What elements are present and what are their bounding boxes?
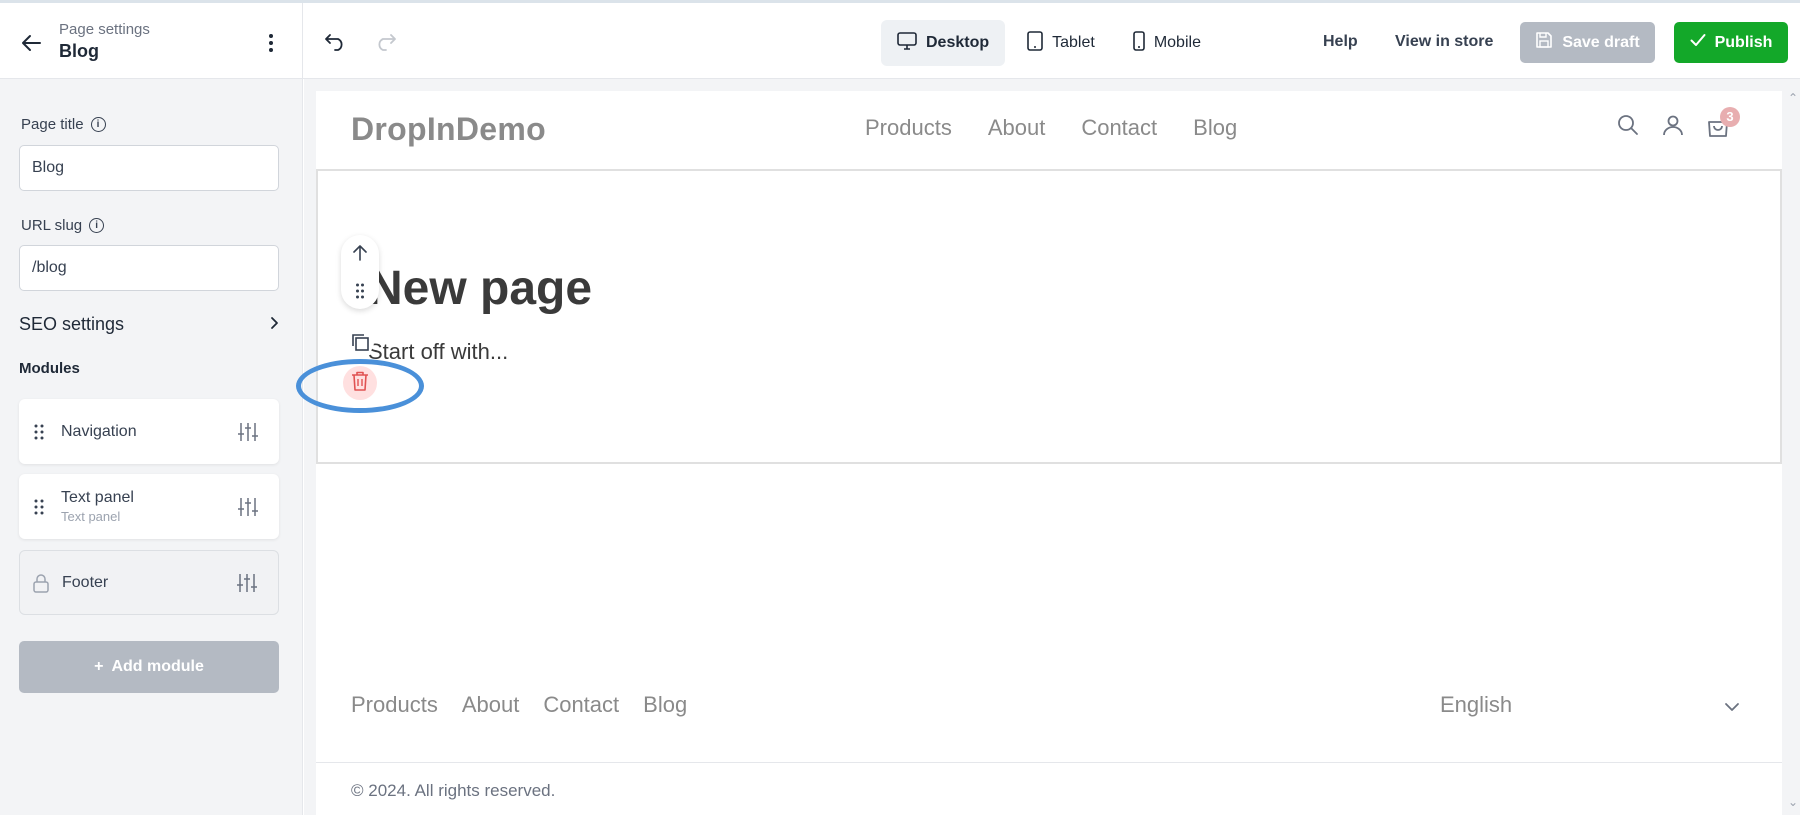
module-navigation[interactable]: Navigation [19,399,279,464]
footer-link-about[interactable]: About [462,692,520,718]
module-name: Text panel [61,489,134,506]
publish-label: Publish [1714,33,1773,51]
footer-link-products[interactable]: Products [351,692,438,718]
module-text: Navigation [61,423,137,441]
nav-link-contact[interactable]: Contact [1081,115,1157,141]
help-link[interactable]: Help [1323,33,1358,51]
view-in-store-link[interactable]: View in store [1395,33,1493,51]
chevron-right-icon [269,314,279,335]
search-icon[interactable] [1616,113,1640,142]
settings-sidebar: Page title i URL slug i SEO settings Mod… [0,79,303,815]
publish-button[interactable]: Publish [1674,22,1788,63]
back-arrow-icon[interactable] [18,30,44,56]
copyright-text: © 2024. All rights reserved. [351,781,556,800]
tab-mobile[interactable]: Mobile [1117,20,1217,66]
panel-body-text[interactable]: Start off with... [368,339,508,365]
drag-handle-icon[interactable] [348,279,372,303]
page-title-label-text: Page title [21,116,84,133]
seo-settings-label: SEO settings [19,313,125,334]
site-navigation: Products About Contact Blog [865,115,1237,141]
tab-tablet[interactable]: Tablet [1011,20,1111,66]
mobile-icon [1133,30,1145,56]
chevron-down-icon [1724,692,1740,718]
panel-heading[interactable]: New page [368,261,592,316]
device-switcher: Desktop Tablet Mobile [881,20,1217,66]
save-draft-button[interactable]: Save draft [1520,22,1655,63]
scroll-up-icon[interactable]: ⌃ [1788,91,1798,105]
footer-link-contact[interactable]: Contact [543,692,619,718]
scroll-down-icon[interactable]: ⌄ [1788,795,1798,809]
info-icon[interactable]: i [89,218,105,233]
top-bar: Page settings Blog Desktop Tablet Mobile… [0,0,1800,79]
language-select[interactable]: English [1440,692,1740,718]
page-title-input[interactable] [19,145,279,191]
duplicate-icon[interactable] [346,328,374,356]
language-value: English [1440,692,1513,717]
site-preview: DropInDemo Products About Contact Blog 3 [316,91,1782,815]
tab-tablet-label: Tablet [1052,34,1095,51]
sliders-icon[interactable] [237,421,259,443]
user-icon[interactable] [1662,114,1684,141]
nav-link-products[interactable]: Products [865,115,952,141]
page-title-label: Page title i [21,116,106,133]
save-icon [1535,31,1553,54]
drag-handle-icon[interactable] [33,424,45,440]
info-icon[interactable]: i [90,117,106,132]
move-up-icon[interactable] [348,241,372,265]
add-module-label: Add module [111,658,204,675]
save-draft-label: Save draft [1562,33,1640,51]
delete-button[interactable] [343,366,377,400]
undo-icon[interactable] [322,29,348,55]
url-slug-input[interactable] [19,245,279,291]
page-name: Blog [59,41,99,61]
text-panel-module[interactable]: New page Start off with... [316,169,1782,464]
nav-link-about[interactable]: About [988,115,1046,141]
modules-heading: Modules [19,360,80,377]
desktop-icon [897,31,917,55]
site-header-icons: 3 [1616,106,1740,142]
module-text: Footer [62,574,108,592]
module-subtitle: Text panel [61,509,121,524]
module-footer[interactable]: Footer [19,550,279,615]
tablet-icon [1027,30,1043,56]
module-name: Navigation [61,422,137,440]
trash-icon [351,371,369,396]
module-text-panel[interactable]: Text panel Text panel [19,474,279,539]
sliders-icon[interactable] [236,572,258,594]
sliders-icon[interactable] [237,496,259,518]
check-icon [1690,33,1706,52]
cart-icon[interactable]: 3 [1706,106,1740,141]
nav-link-blog[interactable]: Blog [1193,115,1237,141]
footer-navigation: Products About Contact Blog [351,692,687,718]
tab-desktop[interactable]: Desktop [881,20,1006,66]
tab-mobile-label: Mobile [1153,34,1201,51]
cart-count-badge: 3 [1720,106,1740,127]
seo-settings-row[interactable]: SEO settings [19,311,279,337]
add-module-button[interactable]: + Add module [19,641,279,693]
site-logo[interactable]: DropInDemo [351,111,546,148]
tab-desktop-label: Desktop [926,34,990,51]
lock-icon [32,573,50,593]
page-editor: Page settings Blog Desktop Tablet Mobile… [0,0,1800,815]
plus-icon: + [94,658,104,675]
footer-divider [316,762,1782,763]
page-settings-header: Page settings Blog [0,3,303,79]
module-text: Text panel Text panel [61,489,134,524]
preview-canvas: DropInDemo Products About Contact Blog 3 [304,79,1800,815]
footer-link-blog[interactable]: Blog [643,692,687,718]
module-toolbar [341,235,379,309]
url-slug-label: URL slug i [21,217,105,234]
page-settings-label: Page settings [59,21,150,38]
url-slug-label-text: URL slug [21,217,83,234]
module-name: Footer [62,573,109,591]
more-options-icon[interactable] [260,31,282,55]
drag-handle-icon[interactable] [33,499,45,515]
redo-icon[interactable] [373,29,399,55]
